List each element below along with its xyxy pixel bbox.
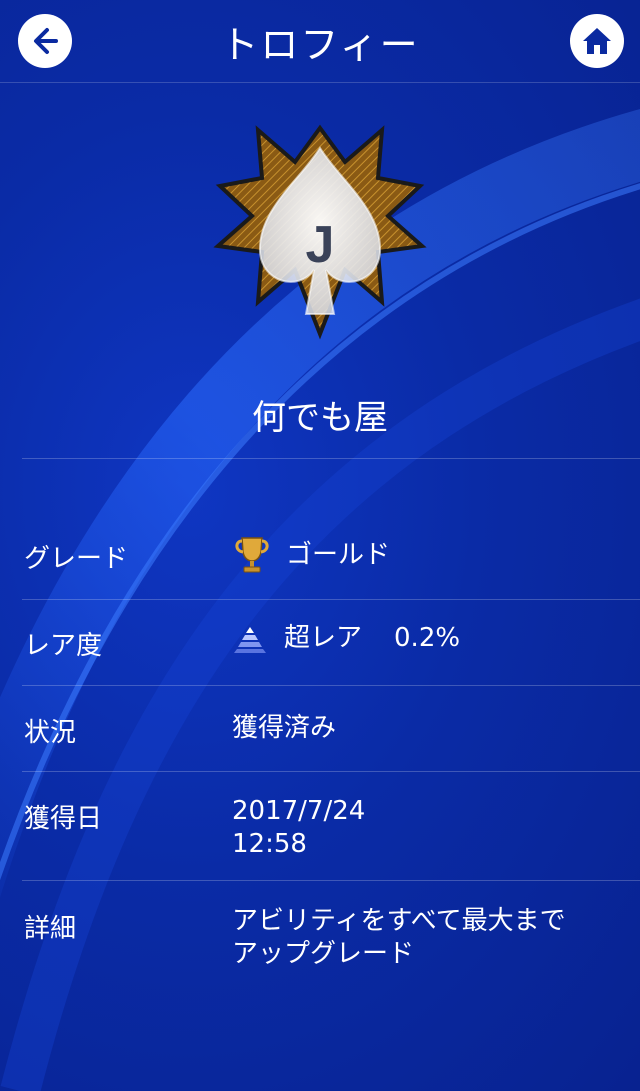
gold-trophy-icon [235, 537, 269, 573]
home-button[interactable] [570, 14, 624, 68]
divider [22, 599, 640, 600]
earned-date: 2017/7/24 [232, 796, 366, 826]
header-bar: トロフィー [0, 0, 640, 83]
page-title: トロフィー [220, 23, 420, 67]
card-letter: J [306, 216, 335, 274]
divider [22, 880, 640, 881]
rarity-value-group: 超レア 0.2% [232, 622, 460, 655]
description-line-2: アップグレード [232, 939, 415, 969]
status-label: 状況 [24, 718, 77, 748]
grade-value-group: ゴールド [232, 534, 390, 576]
grade-label: グレード [24, 544, 129, 574]
divider [22, 685, 640, 686]
divider [22, 458, 640, 459]
trophy-name: 何でも屋 [252, 398, 388, 438]
description-label: 詳細 [24, 914, 77, 944]
spade-j-trophy-icon: J [210, 120, 430, 340]
home-icon [583, 28, 611, 54]
rarity-percent: 0.2% [394, 623, 461, 653]
grade-value: ゴールド [286, 539, 391, 570]
rarity-label: レア度 [24, 631, 103, 661]
earned-date-label: 獲得日 [24, 804, 103, 834]
description-line-1: アビリティをすべて最大まで [232, 906, 566, 936]
divider [22, 771, 640, 772]
earned-date-value: 2017/7/24 12:58 [232, 795, 365, 861]
ultra-rare-pyramid-icon [234, 626, 266, 653]
status-value: 獲得済み [232, 713, 337, 743]
rarity-value: 超レア [284, 623, 363, 653]
description-value: アビリティをすべて最大まで アップグレード [232, 905, 566, 971]
earned-time: 12:58 [232, 829, 307, 859]
